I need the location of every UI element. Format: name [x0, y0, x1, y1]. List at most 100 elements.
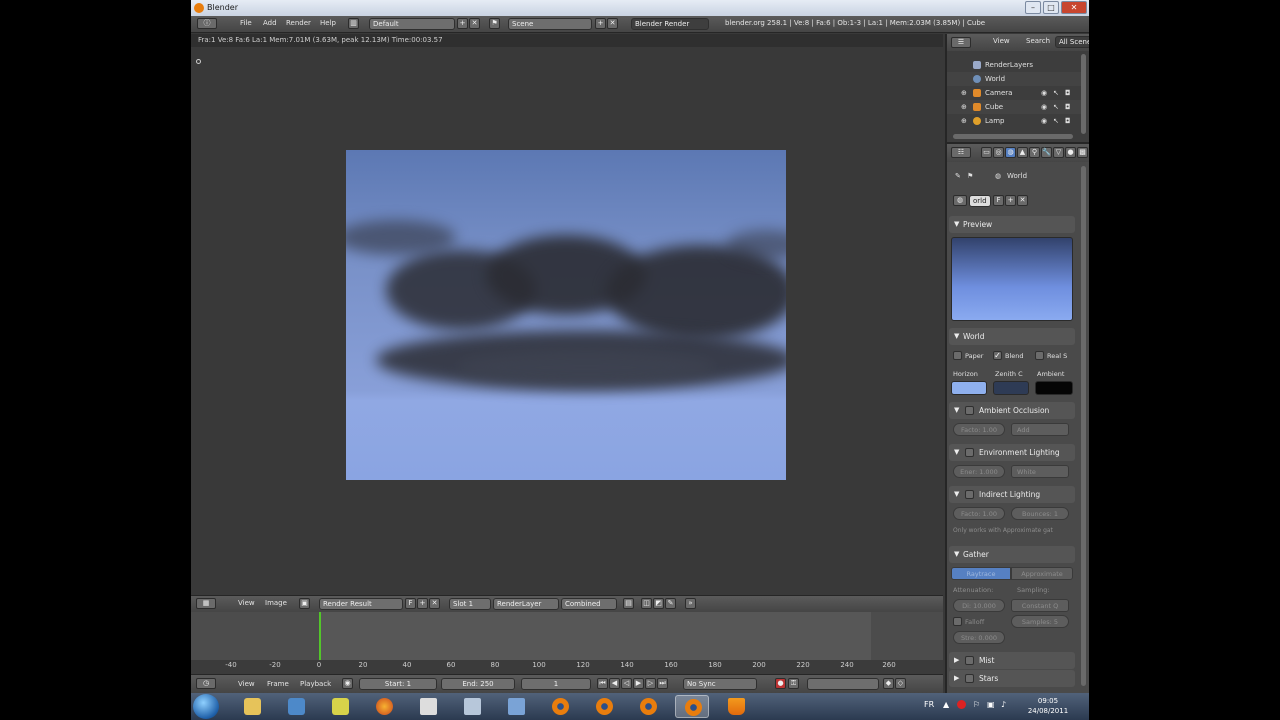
- panel-stars[interactable]: ▶ Stars: [949, 670, 1075, 687]
- modifiers-tab-icon[interactable]: 🔧: [1041, 147, 1052, 158]
- scene-tab-icon[interactable]: ◎: [993, 147, 1004, 158]
- indirect-lighting-checkbox[interactable]: [965, 490, 974, 499]
- layout-selector[interactable]: Default: [369, 18, 455, 30]
- world-tab-icon[interactable]: ◍: [1005, 147, 1016, 158]
- horizon-color-swatch[interactable]: [951, 381, 987, 395]
- panel-mist[interactable]: ▶ Mist: [949, 652, 1075, 669]
- indirect-bounces-field[interactable]: Bounces: 1: [1011, 507, 1069, 520]
- remove-layout-icon[interactable]: ✕: [469, 18, 480, 29]
- pin-icon[interactable]: ✎: [955, 172, 961, 180]
- editor-type-icon[interactable]: ⓘ: [197, 18, 217, 29]
- gather-approximate-button[interactable]: Approximate: [1011, 567, 1073, 580]
- image-editor[interactable]: [191, 47, 943, 595]
- close-button[interactable]: ✕: [1061, 1, 1087, 14]
- vnc-taskbar-button[interactable]: [411, 695, 445, 718]
- remove-scene-icon[interactable]: ✕: [607, 18, 618, 29]
- zenith-color-swatch[interactable]: [993, 381, 1029, 395]
- expand-icon[interactable]: ⊕: [961, 89, 967, 97]
- sampling-method-selector[interactable]: Constant Q: [1011, 599, 1069, 612]
- timeline[interactable]: -40 -20 0 20 40 60 80 100 120 140 160 18…: [191, 612, 943, 674]
- mist-checkbox[interactable]: [965, 656, 974, 665]
- current-frame-field[interactable]: 1: [521, 678, 591, 690]
- network-tool-taskbar-button[interactable]: [499, 695, 533, 718]
- record-icon[interactable]: ●: [775, 678, 786, 689]
- jump-start-icon[interactable]: ⏮: [597, 678, 608, 689]
- render-pass-selector[interactable]: Combined: [561, 598, 617, 610]
- render-layer-selector[interactable]: RenderLayer: [493, 598, 559, 610]
- panel-gather[interactable]: ▼ Gather: [949, 546, 1075, 563]
- scope-pin-icon[interactable]: [196, 59, 201, 64]
- outliner-row-cube[interactable]: ⊕ Cube ◉ ↖ ◘: [947, 100, 1083, 114]
- pin-image-icon[interactable]: »: [685, 598, 696, 609]
- outliner-row-lamp[interactable]: ⊕ Lamp ◉ ↖ ◘: [947, 114, 1083, 128]
- blender-taskbar-button-3[interactable]: [631, 695, 665, 718]
- add-image-icon[interactable]: +: [417, 598, 428, 609]
- jump-end-icon[interactable]: ⏭: [657, 678, 668, 689]
- falloff-checkbox[interactable]: [953, 617, 962, 626]
- play-icon[interactable]: ▶: [633, 678, 644, 689]
- insert-keyframe-icon[interactable]: ◆: [883, 678, 894, 689]
- blender-taskbar-button-2[interactable]: [587, 695, 621, 718]
- menu-search[interactable]: Search: [1026, 37, 1050, 45]
- render-tab-icon[interactable]: ▭: [981, 147, 992, 158]
- properties-editor[interactable]: ☷ ▭ ◎ ◍ ▲ ⚲ 🔧 ▽ ● ▩ ✎ ⚑ ◍ World ◍ orld F…: [945, 142, 1089, 693]
- panel-ambient-occlusion[interactable]: ▼ Ambient Occlusion: [949, 402, 1075, 419]
- slot-selector[interactable]: Slot 1: [449, 598, 491, 610]
- alpha-icon[interactable]: ◫: [641, 598, 652, 609]
- falloff-strength-field[interactable]: Stre: 0.000: [953, 631, 1005, 644]
- clock[interactable]: 09:05 24/08/2011: [1013, 696, 1083, 716]
- render-engine-selector[interactable]: Blender Render: [631, 18, 709, 30]
- menu-playback[interactable]: Playback: [300, 680, 331, 688]
- layout-icon[interactable]: ▥: [348, 18, 359, 29]
- blend-sky-checkbox[interactable]: ✓: [993, 351, 1002, 360]
- expand-icon[interactable]: ⊕: [961, 117, 967, 125]
- image-selector[interactable]: Render Result: [319, 598, 403, 610]
- notes-taskbar-button[interactable]: [323, 695, 357, 718]
- unlink-image-icon[interactable]: ✕: [429, 598, 440, 609]
- world-name-field[interactable]: orld: [969, 195, 991, 207]
- play-reverse-icon[interactable]: ◁: [621, 678, 632, 689]
- keying-set-selector[interactable]: [807, 678, 879, 690]
- render-camera-icon[interactable]: ◘: [1065, 117, 1071, 125]
- network-taskbar-button[interactable]: [279, 695, 313, 718]
- texture-tab-icon[interactable]: ▩: [1077, 147, 1088, 158]
- menu-image[interactable]: Image: [265, 599, 287, 607]
- panel-preview[interactable]: ▼ Preview: [949, 216, 1075, 233]
- outliner-row-renderlayers[interactable]: RenderLayers: [947, 58, 1083, 72]
- action-center-icon[interactable]: ⚐: [973, 700, 980, 709]
- menu-file[interactable]: File: [240, 19, 252, 27]
- visibility-eye-icon[interactable]: ◉: [1041, 117, 1047, 125]
- menu-frame[interactable]: Frame: [267, 680, 289, 688]
- maximize-button[interactable]: □: [1043, 1, 1059, 14]
- language-indicator[interactable]: FR: [924, 700, 934, 709]
- outliner-scrollbar[interactable]: [1081, 54, 1086, 134]
- outliner-row-world[interactable]: World: [947, 72, 1083, 86]
- editor-type-icon[interactable]: ▦: [196, 598, 216, 609]
- visibility-eye-icon[interactable]: ◉: [1041, 103, 1047, 111]
- tray-app-icon[interactable]: [957, 700, 966, 709]
- ao-factor-field[interactable]: Facto: 1.00: [953, 423, 1005, 436]
- ambient-color-swatch[interactable]: [1035, 381, 1073, 395]
- editor-type-icon[interactable]: ☷: [951, 147, 971, 158]
- keying-set-icon[interactable]: ⚿: [788, 678, 799, 689]
- panel-environment-lighting[interactable]: ▼ Environment Lighting: [949, 444, 1075, 461]
- menu-view[interactable]: View: [238, 599, 255, 607]
- samples-field[interactable]: Samples: 5: [1011, 615, 1069, 628]
- select-arrow-icon[interactable]: ↖: [1053, 103, 1059, 111]
- sync-mode-selector[interactable]: No Sync: [683, 678, 757, 690]
- editor-type-icon[interactable]: ◷: [196, 678, 216, 689]
- end-frame-field[interactable]: End: 250: [441, 678, 515, 690]
- outliner-row-camera[interactable]: ⊕ Camera ◉ ↖ ◘: [947, 86, 1083, 100]
- world-datablock-icon[interactable]: ◍: [953, 195, 967, 206]
- scene-icon[interactable]: ⚑: [489, 18, 500, 29]
- prev-keyframe-icon[interactable]: ◀: [609, 678, 620, 689]
- select-arrow-icon[interactable]: ↖: [1053, 89, 1059, 97]
- gather-raytrace-button[interactable]: Raytrace: [951, 567, 1011, 580]
- env-energy-field[interactable]: Ener: 1.000: [953, 465, 1005, 478]
- environment-lighting-checkbox[interactable]: [965, 448, 974, 457]
- visibility-eye-icon[interactable]: ◉: [1041, 89, 1047, 97]
- object-tab-icon[interactable]: ▲: [1017, 147, 1028, 158]
- image-icon[interactable]: ▣: [299, 598, 310, 609]
- blender-taskbar-button-1[interactable]: [543, 695, 577, 718]
- real-sky-checkbox[interactable]: [1035, 351, 1044, 360]
